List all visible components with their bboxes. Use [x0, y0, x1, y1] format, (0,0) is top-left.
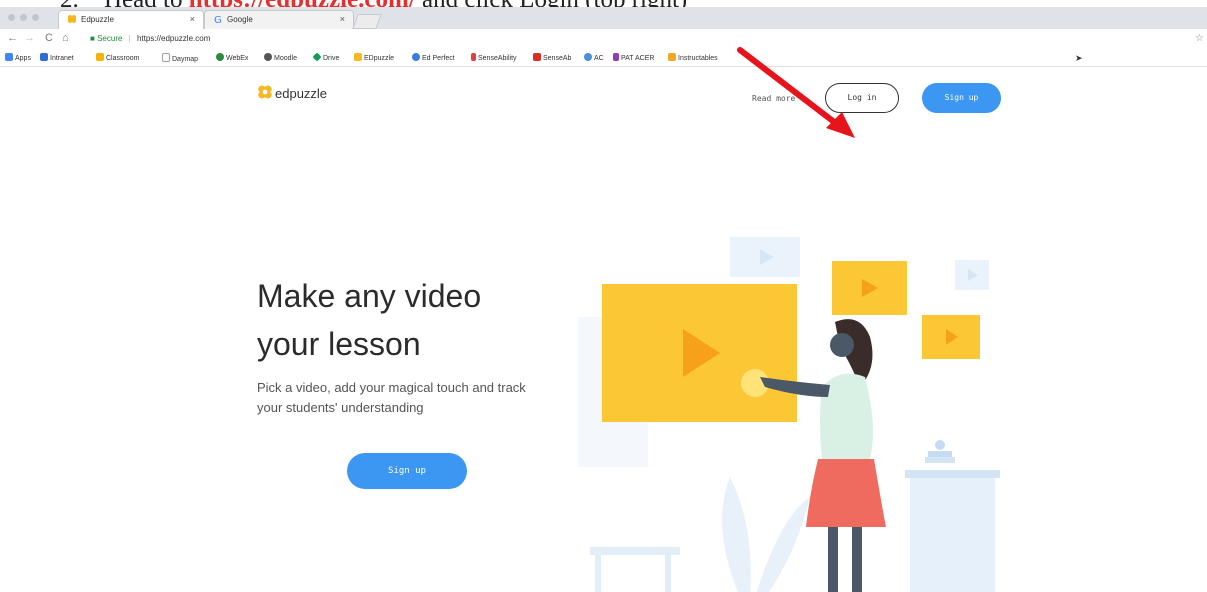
senseability-icon — [471, 53, 476, 61]
intranet-icon — [40, 53, 48, 61]
login-button[interactable]: Log in — [825, 83, 899, 113]
bookmarks-bar: Apps Intranet Classroom Daymap WebEx Moo… — [0, 51, 1207, 67]
forward-arrow-icon[interactable]: → — [24, 32, 35, 44]
books-icon — [925, 457, 955, 463]
edpuzzle-icon — [354, 53, 362, 61]
tab-edpuzzle[interactable]: Edpuzzle × — [58, 10, 204, 29]
window-close-dot[interactable] — [8, 14, 15, 21]
plant-icon — [722, 477, 751, 592]
lock-icon: ■ — [90, 34, 95, 43]
edpuzzle-favicon-icon — [68, 15, 76, 23]
youtube-icon — [533, 53, 541, 61]
webex-icon — [216, 53, 224, 61]
bookmark-ac[interactable]: AC — [584, 53, 604, 64]
bookmark-apps[interactable]: Apps — [5, 53, 31, 64]
signup-button[interactable]: Sign up — [922, 83, 1001, 113]
window-minimize-dot[interactable] — [20, 14, 27, 21]
teacher-video-illustration — [578, 237, 1000, 592]
svg-text:G: G — [214, 15, 222, 24]
chair-icon — [590, 547, 680, 555]
teacher-skirt — [806, 459, 886, 527]
teacher-head — [830, 333, 854, 357]
brand-name: edpuzzle — [275, 86, 328, 101]
bookmark-ed-perfect[interactable]: Ed Perfect — [412, 53, 455, 64]
drive-icon — [312, 52, 322, 62]
bookmark-moodle[interactable]: Moodle — [264, 53, 297, 64]
tab-close-icon[interactable]: × — [190, 14, 195, 24]
tab-close-icon[interactable]: × — [340, 14, 345, 24]
desk-icon — [910, 475, 995, 592]
hero-title-line2: your lesson — [257, 326, 421, 362]
reload-icon[interactable]: C — [45, 32, 53, 44]
bookmark-star-icon[interactable]: ☆ — [1195, 33, 1204, 44]
hero-subtitle: Pick a video, add your magical touch and… — [257, 380, 526, 415]
apple-icon — [935, 440, 945, 450]
bookmark-edpuzzle[interactable]: EDpuzzle — [354, 53, 394, 64]
secure-label: Secure — [97, 34, 123, 43]
browser-window: Edpuzzle × G Google × ← → C ⌂ ■ Secure |… — [0, 7, 1207, 592]
bookmark-classroom[interactable]: Classroom — [96, 53, 139, 64]
url-field[interactable]: ■ Secure | https://edpuzzle.com — [90, 32, 210, 46]
apps-grid-icon — [5, 53, 13, 61]
moodle-icon — [264, 53, 272, 61]
instructables-icon — [668, 53, 676, 61]
back-arrow-icon[interactable]: ← — [7, 32, 18, 44]
bookmark-daymap[interactable]: Daymap — [162, 53, 198, 65]
url-text: https://edpuzzle.com — [136, 34, 211, 43]
bookmark-intranet[interactable]: Intranet — [40, 53, 74, 64]
hero-title: Make any video your lesson — [257, 272, 481, 368]
google-favicon-icon: G — [214, 15, 222, 24]
hero-signup-button[interactable]: Sign up — [347, 453, 467, 489]
classroom-icon — [96, 53, 104, 61]
page-icon — [162, 53, 170, 62]
edpuzzle-homepage: edpuzzle Read more Log in Sign up Make a… — [0, 67, 1207, 592]
tab-title: Edpuzzle — [81, 15, 114, 24]
bookmark-instructables[interactable]: Instructables — [668, 53, 718, 64]
bookmark-drive[interactable]: Drive — [312, 52, 339, 64]
ac-icon — [584, 53, 592, 61]
tab-title: Google — [227, 15, 253, 24]
hero-title-line1: Make any video — [257, 278, 482, 314]
read-more-link[interactable]: Read more — [752, 94, 795, 103]
window-zoom-dot[interactable] — [32, 14, 39, 21]
address-bar: ← → C ⌂ ■ Secure | https://edpuzzle.com … — [0, 29, 1207, 52]
new-tab-button[interactable] — [352, 14, 382, 29]
mouse-cursor-icon: ➤ — [1075, 53, 1083, 63]
home-icon[interactable]: ⌂ — [62, 32, 69, 44]
bookmark-senseability[interactable]: SenseAbility — [471, 53, 517, 64]
pat-acer-icon — [613, 53, 619, 61]
ed-perfect-icon — [412, 53, 420, 61]
bookmark-webex[interactable]: WebEx — [216, 53, 248, 64]
bookmark-senseab[interactable]: SenseAb — [533, 53, 571, 64]
edpuzzle-logo-icon — [258, 85, 272, 99]
bookmark-pat-acer[interactable]: PAT ACER — [613, 53, 654, 64]
tab-google[interactable]: G Google × — [204, 10, 354, 29]
tab-bar: Edpuzzle × G Google × — [0, 7, 1207, 29]
